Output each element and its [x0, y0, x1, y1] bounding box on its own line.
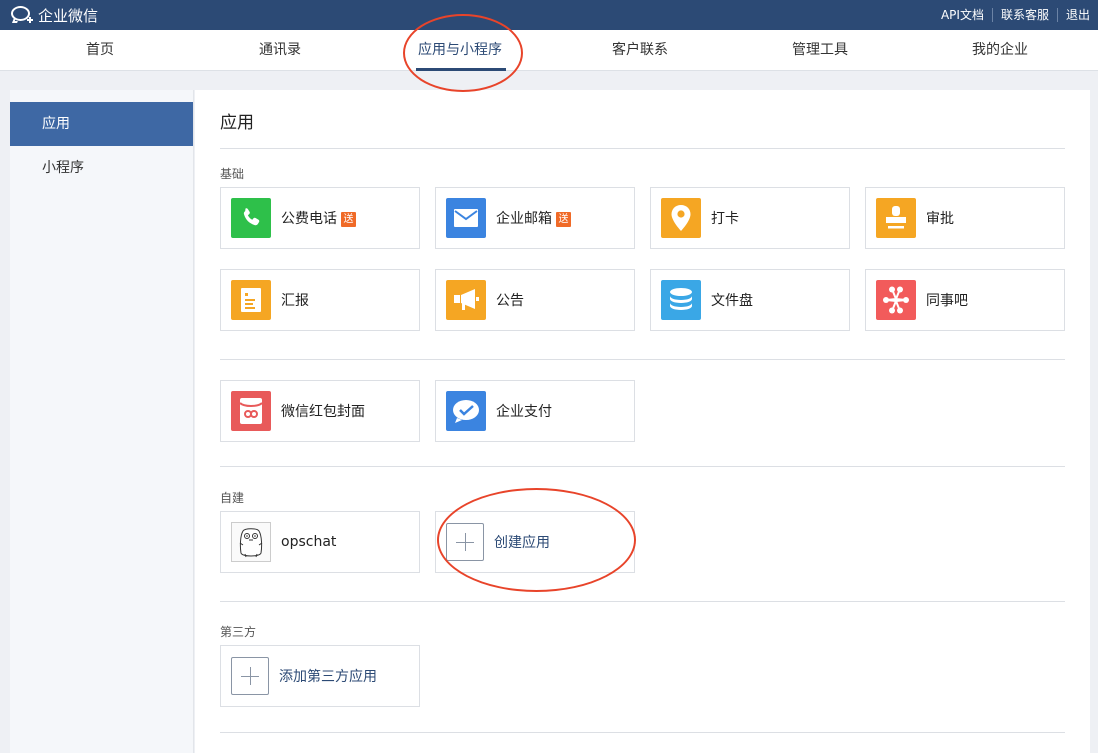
app-card-report[interactable]: 汇报: [220, 269, 420, 331]
divider: [220, 148, 1065, 149]
sidebar-item-apps[interactable]: 应用: [10, 102, 193, 146]
app-card-opschat[interactable]: opschat: [220, 511, 420, 573]
red-packet-icon: [231, 391, 271, 431]
app-card-approval[interactable]: 审批: [865, 187, 1065, 249]
section-label-basic: 基础: [220, 167, 245, 181]
tab-apps-and-miniprograms[interactable]: 应用与小程序: [370, 30, 550, 71]
tab-customer-contact[interactable]: 客户联系: [550, 30, 730, 71]
api-docs-link[interactable]: API文档: [933, 8, 992, 22]
app-name: 企业邮箱: [496, 211, 552, 227]
database-icon: [661, 280, 701, 320]
app-name: 公告: [496, 293, 524, 309]
app-card-corp-payment[interactable]: 企业支付: [435, 380, 635, 442]
gift-badge: 送: [556, 212, 571, 227]
main-nav: 首页 通讯录 应用与小程序 客户联系 管理工具 我的企业: [0, 30, 1098, 71]
tab-my-company[interactable]: 我的企业: [910, 30, 1090, 71]
app-name: 微信红包封面: [281, 404, 365, 420]
payment-icon: [446, 391, 486, 431]
logout-link[interactable]: 退出: [1056, 8, 1090, 22]
wecom-logo-icon: [10, 5, 34, 25]
app-label: 企业邮箱送: [496, 208, 571, 228]
app-name: 公费电话: [281, 211, 337, 227]
divider: [220, 601, 1065, 602]
plus-icon: [231, 657, 269, 695]
add-third-party-app-label: 添加第三方应用: [279, 669, 377, 685]
app-name: 文件盘: [711, 293, 753, 309]
megaphone-icon: [446, 280, 486, 320]
main-panel: 应用 基础 公费电话送 企业邮箱送 打卡 审批 汇报 公告 文件盘 同事吧 微信…: [195, 90, 1090, 753]
brand-name: 企业微信: [38, 6, 99, 25]
tab-label: 应用与小程序: [418, 42, 502, 58]
app-label: 公费电话送: [281, 208, 356, 228]
app-card-file-drive[interactable]: 文件盘: [650, 269, 850, 331]
sidebar-item-miniprograms[interactable]: 小程序: [10, 146, 193, 190]
app-name: opschat: [281, 534, 337, 550]
contact-support-link[interactable]: 联系客服: [991, 8, 1057, 22]
tab-label: 首页: [86, 42, 114, 58]
app-card-corp-mail[interactable]: 企业邮箱送: [435, 187, 635, 249]
brand[interactable]: 企业微信: [10, 4, 98, 26]
app-name: 审批: [926, 211, 954, 227]
add-third-party-app-button[interactable]: 添加第三方应用: [220, 645, 420, 707]
tab-label: 管理工具: [792, 42, 848, 58]
divider: [220, 732, 1065, 733]
create-app-button[interactable]: 创建应用: [435, 511, 635, 573]
gift-badge: 送: [341, 212, 356, 227]
sidebar: 应用 小程序: [10, 90, 194, 753]
tab-home[interactable]: 首页: [10, 30, 190, 71]
tab-label: 客户联系: [612, 42, 668, 58]
tab-label: 我的企业: [972, 42, 1028, 58]
section-label-third-party: 第三方: [220, 625, 257, 639]
phone-icon: [231, 198, 271, 238]
plus-icon: [446, 523, 484, 561]
sidebar-item-label: 应用: [42, 116, 70, 132]
stamp-icon: [876, 198, 916, 238]
app-name: 企业支付: [496, 404, 552, 420]
app-card-colleague-bar[interactable]: 同事吧: [865, 269, 1065, 331]
app-card-check-in[interactable]: 打卡: [650, 187, 850, 249]
location-pin-icon: [661, 198, 701, 238]
app-card-red-packet-cover[interactable]: 微信红包封面: [220, 380, 420, 442]
network-icon: [876, 280, 916, 320]
app-card-public-phone[interactable]: 公费电话送: [220, 187, 420, 249]
top-bar: 企业微信 API文档 联系客服 退出: [0, 0, 1098, 30]
sidebar-item-label: 小程序: [42, 160, 84, 176]
report-icon: [231, 280, 271, 320]
active-tab-indicator: [416, 68, 506, 71]
page-title: 应用: [220, 113, 254, 133]
divider: [220, 359, 1065, 360]
section-label-custom: 自建: [220, 491, 245, 505]
app-card-announcement[interactable]: 公告: [435, 269, 635, 331]
gopher-avatar-icon: [231, 522, 271, 562]
tab-label: 通讯录: [259, 42, 301, 58]
app-name: 同事吧: [926, 293, 968, 309]
top-links: API文档 联系客服 退出: [933, 0, 1090, 30]
mail-icon: [446, 198, 486, 238]
divider: [220, 466, 1065, 467]
create-app-label: 创建应用: [494, 535, 550, 551]
tab-management-tools[interactable]: 管理工具: [730, 30, 910, 71]
app-name: 汇报: [281, 293, 309, 309]
tab-contacts[interactable]: 通讯录: [190, 30, 370, 71]
app-name: 打卡: [711, 211, 739, 227]
